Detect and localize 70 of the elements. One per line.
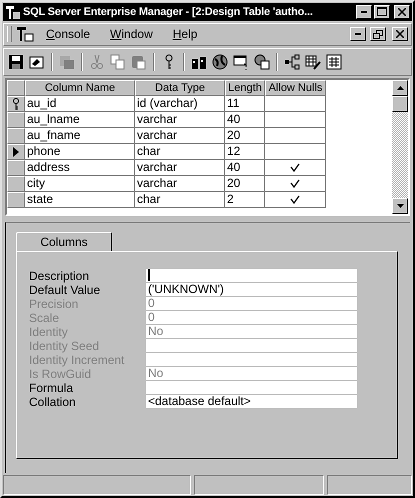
menu-item[interactable]: Help — [164, 27, 206, 42]
property-field[interactable]: <database default> — [146, 395, 357, 410]
property-field[interactable] — [146, 381, 357, 396]
table-cell: 40 — [225, 112, 265, 128]
minimize-button[interactable] — [356, 4, 372, 19]
maximize-icon — [377, 7, 387, 16]
table-cell: city — [25, 176, 135, 192]
minimize-icon — [355, 33, 361, 36]
table-cell: au_lname — [25, 112, 135, 128]
menu-item[interactable]: Console — [38, 27, 98, 42]
minimize-button[interactable] — [350, 27, 366, 42]
row-selector[interactable] — [7, 144, 25, 160]
column-header[interactable]: Column Name — [25, 80, 135, 96]
down-arrow-icon — [396, 204, 404, 208]
table-cell: 20 — [225, 128, 265, 144]
row-selector[interactable] — [7, 96, 25, 112]
property-label: Identity Increment — [29, 353, 126, 368]
tab[interactable]: Columns — [16, 232, 112, 252]
table-cell: char — [135, 192, 225, 208]
table-cell: 12 — [225, 144, 265, 160]
property-label: Is RowGuid — [29, 367, 92, 382]
table-cell: phone — [25, 144, 135, 160]
table-cell: 11 — [225, 96, 265, 112]
header-corner — [7, 80, 25, 96]
property-label: Identity Seed — [29, 339, 100, 354]
window-title: SQL Server Enterprise Manager - [2:Design Table 'autho... — [23, 6, 314, 18]
close-button[interactable] — [394, 4, 410, 19]
up-arrow-icon — [396, 86, 404, 90]
close-button[interactable] — [392, 27, 408, 42]
menu-item[interactable]: Window — [102, 27, 161, 42]
property-label: Default Value — [29, 283, 102, 298]
property-label: Collation — [29, 395, 77, 410]
property-label: Scale — [29, 311, 60, 326]
maximize-button[interactable] — [374, 4, 390, 19]
property-label: Description — [29, 269, 90, 284]
property-label: Identity — [29, 325, 69, 340]
toolbar-icon[interactable] — [253, 53, 271, 72]
column-header[interactable]: Data Type — [135, 80, 225, 96]
property-field[interactable]: ('UNKNOWN') — [146, 283, 357, 298]
close-icon — [398, 8, 406, 16]
property-label: Formula — [29, 381, 74, 396]
table-cell: varchar — [135, 176, 225, 192]
table-cell: varchar — [135, 160, 225, 176]
column-header[interactable]: Allow Nulls — [265, 80, 326, 96]
table-cell: 2 — [225, 192, 265, 208]
table-cell: id (varchar) — [135, 96, 225, 112]
close-icon — [396, 30, 404, 38]
table-cell: 40 — [225, 160, 265, 176]
save-icon[interactable] — [7, 53, 25, 72]
table-cell: au_id — [25, 96, 135, 112]
table-cell: au_fname — [25, 128, 135, 144]
scroll-up-button[interactable] — [392, 80, 408, 96]
column-header[interactable]: Length — [225, 80, 265, 96]
restore-icon — [373, 30, 383, 39]
scroll-down-button[interactable] — [392, 198, 408, 214]
table-cell: state — [25, 192, 135, 208]
table-cell: 20 — [225, 176, 265, 192]
table-cell: address — [25, 160, 135, 176]
table-cell: varchar — [135, 128, 225, 144]
property-field[interactable] — [146, 269, 357, 284]
grid-icon[interactable] — [325, 53, 343, 72]
minimize-icon — [361, 10, 367, 13]
globe-icon[interactable] — [211, 53, 229, 72]
restore-button[interactable] — [370, 27, 386, 42]
toolbar-icon[interactable] — [304, 53, 322, 72]
diagram-icon[interactable] — [283, 53, 301, 72]
scroll-thumb[interactable] — [392, 96, 408, 112]
table-cell: char — [135, 144, 225, 160]
property-label: Precision — [29, 297, 80, 312]
table-cell: varchar — [135, 112, 225, 128]
